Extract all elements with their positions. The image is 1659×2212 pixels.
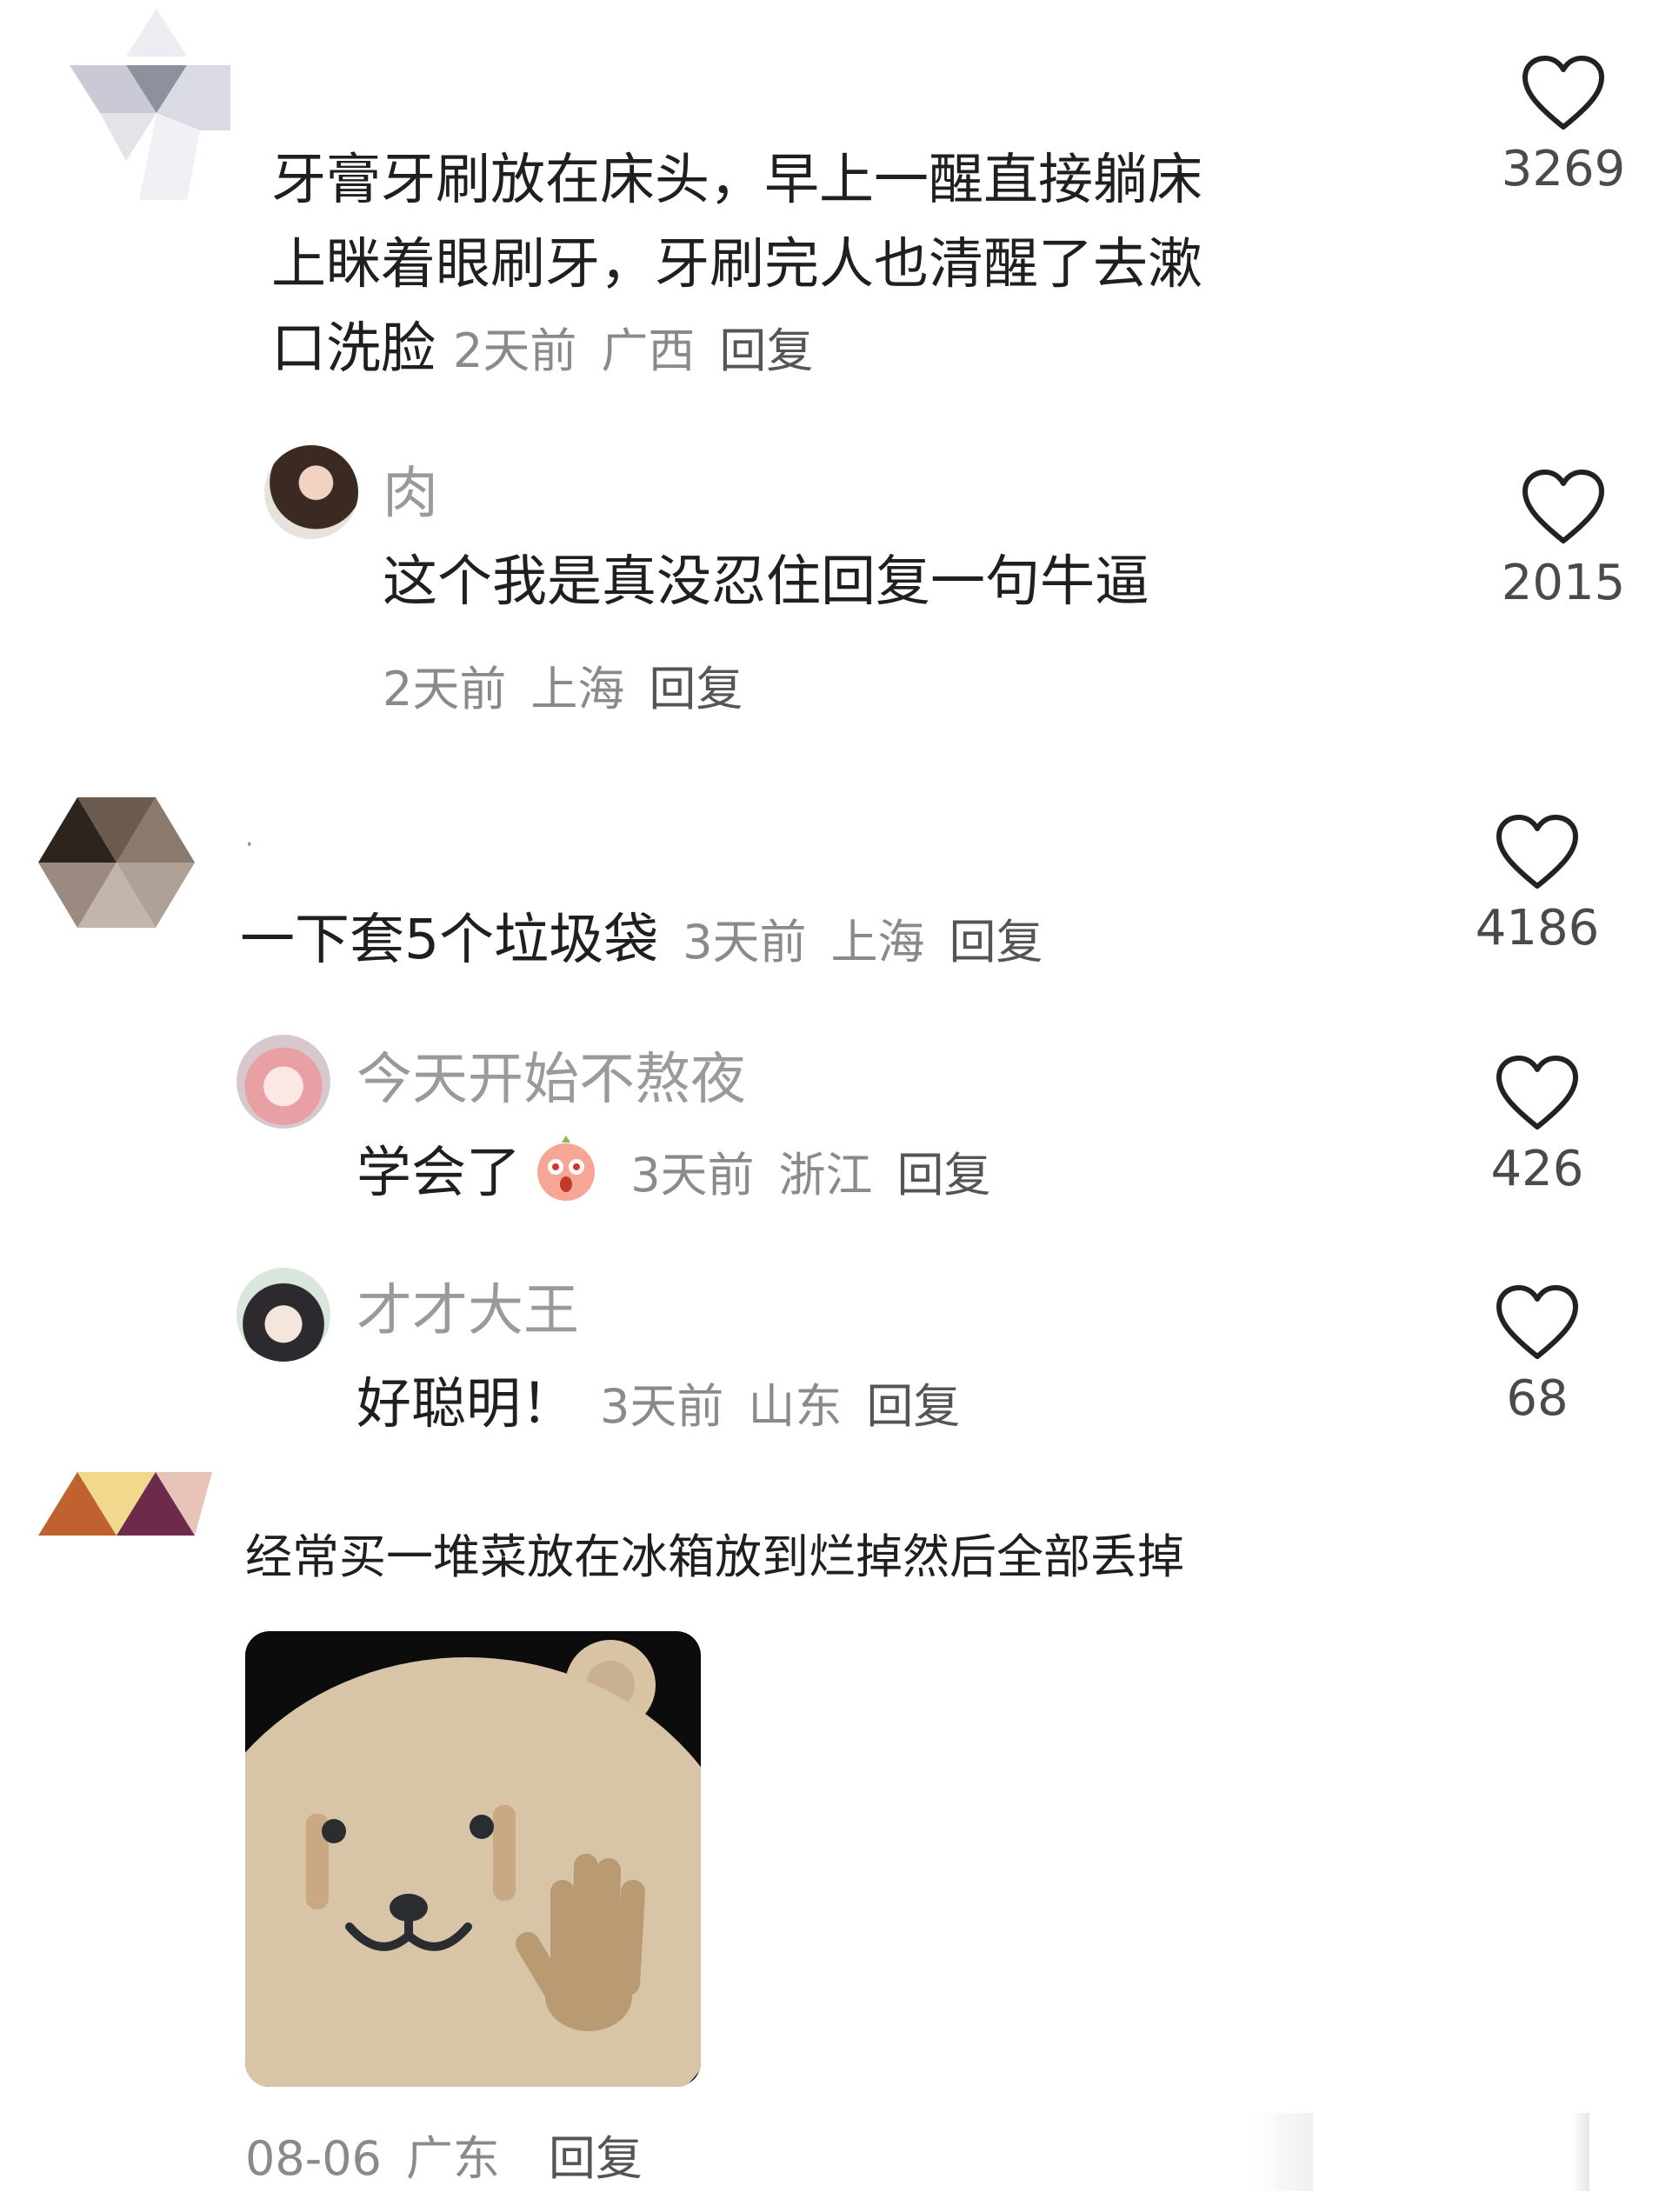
timestamp: 2天前	[453, 323, 577, 378]
timestamp: 3天前	[630, 1148, 755, 1203]
reply-button[interactable]: 回复	[649, 662, 743, 716]
comment-text: 上眯着眼刷牙，牙刷完人也清醒了去漱	[271, 232, 1203, 296]
location: 上海	[830, 915, 925, 969]
reply-text: 这个我是真没忍住回复一句牛逼	[383, 550, 1149, 613]
location: 浙江	[778, 1148, 873, 1203]
bear-plush-image	[245, 1640, 701, 2087]
timestamp: 3天前	[683, 915, 807, 969]
reply-button[interactable]: 回复	[719, 323, 813, 378]
location: 广东	[405, 2131, 500, 2186]
reply-text: 学会了	[356, 1141, 521, 1204]
heart-icon	[1522, 56, 1604, 130]
like-count: 3269	[1501, 141, 1626, 197]
bear-plush-photo[interactable]	[245, 1631, 701, 2087]
reply-button[interactable]: 回复	[549, 2131, 643, 2186]
timestamp: 2天前	[383, 662, 507, 716]
nickname[interactable]: 才才大王	[356, 1266, 579, 1346]
user-avatar[interactable]	[38, 793, 195, 932]
like-count: 68	[1506, 1370, 1569, 1427]
nickname[interactable]: ·	[245, 830, 254, 860]
comment-text: 经常买一堆菜放在冰箱放到烂掉然后全部丢掉	[245, 1529, 1184, 1584]
timestamp: 08-06	[245, 2131, 382, 2186]
location: 广西	[601, 323, 696, 378]
like-count: 2015	[1501, 555, 1626, 611]
reply-button[interactable]: 回复	[949, 915, 1043, 969]
heart-icon	[1496, 1285, 1578, 1359]
nickname[interactable]: 肉	[383, 449, 438, 529]
heart-icon	[1522, 470, 1604, 543]
like-button[interactable]: 68	[1468, 1283, 1607, 1427]
heart-icon	[1496, 1056, 1578, 1129]
user-avatar[interactable]	[38, 1468, 212, 1537]
location: 山东	[748, 1379, 843, 1434]
like-count: 4186	[1475, 900, 1600, 956]
like-button[interactable]: 3269	[1494, 54, 1633, 197]
nickname[interactable]: 今天开始不熬夜	[356, 1035, 746, 1115]
comment-text: 口洗脸	[271, 316, 436, 380]
surprised-face-emoji	[537, 1136, 596, 1201]
comment-text: 牙膏牙刷放在床头，早上一醒直接躺床	[271, 148, 1203, 211]
scroll-fade	[1252, 2113, 1313, 2191]
timestamp: 3天前	[600, 1379, 724, 1434]
like-button[interactable]: 2015	[1494, 468, 1633, 611]
reply-button[interactable]: 回复	[897, 1148, 991, 1203]
comment-text: 一下套5个垃圾袋	[240, 908, 659, 971]
like-count: 426	[1490, 1141, 1584, 1197]
user-avatar[interactable]	[35, 0, 235, 209]
heart-icon	[1496, 815, 1578, 889]
user-avatar[interactable]	[237, 1268, 330, 1362]
reply-button[interactable]: 回复	[866, 1379, 960, 1434]
user-avatar[interactable]	[237, 1035, 330, 1129]
like-button[interactable]: 4186	[1468, 813, 1607, 956]
scroll-fade	[1572, 2113, 1589, 2191]
reply-text: 好聪明！	[356, 1372, 576, 1436]
like-button[interactable]: 426	[1468, 1054, 1607, 1197]
user-avatar[interactable]	[264, 445, 358, 539]
location: 上海	[530, 662, 625, 716]
